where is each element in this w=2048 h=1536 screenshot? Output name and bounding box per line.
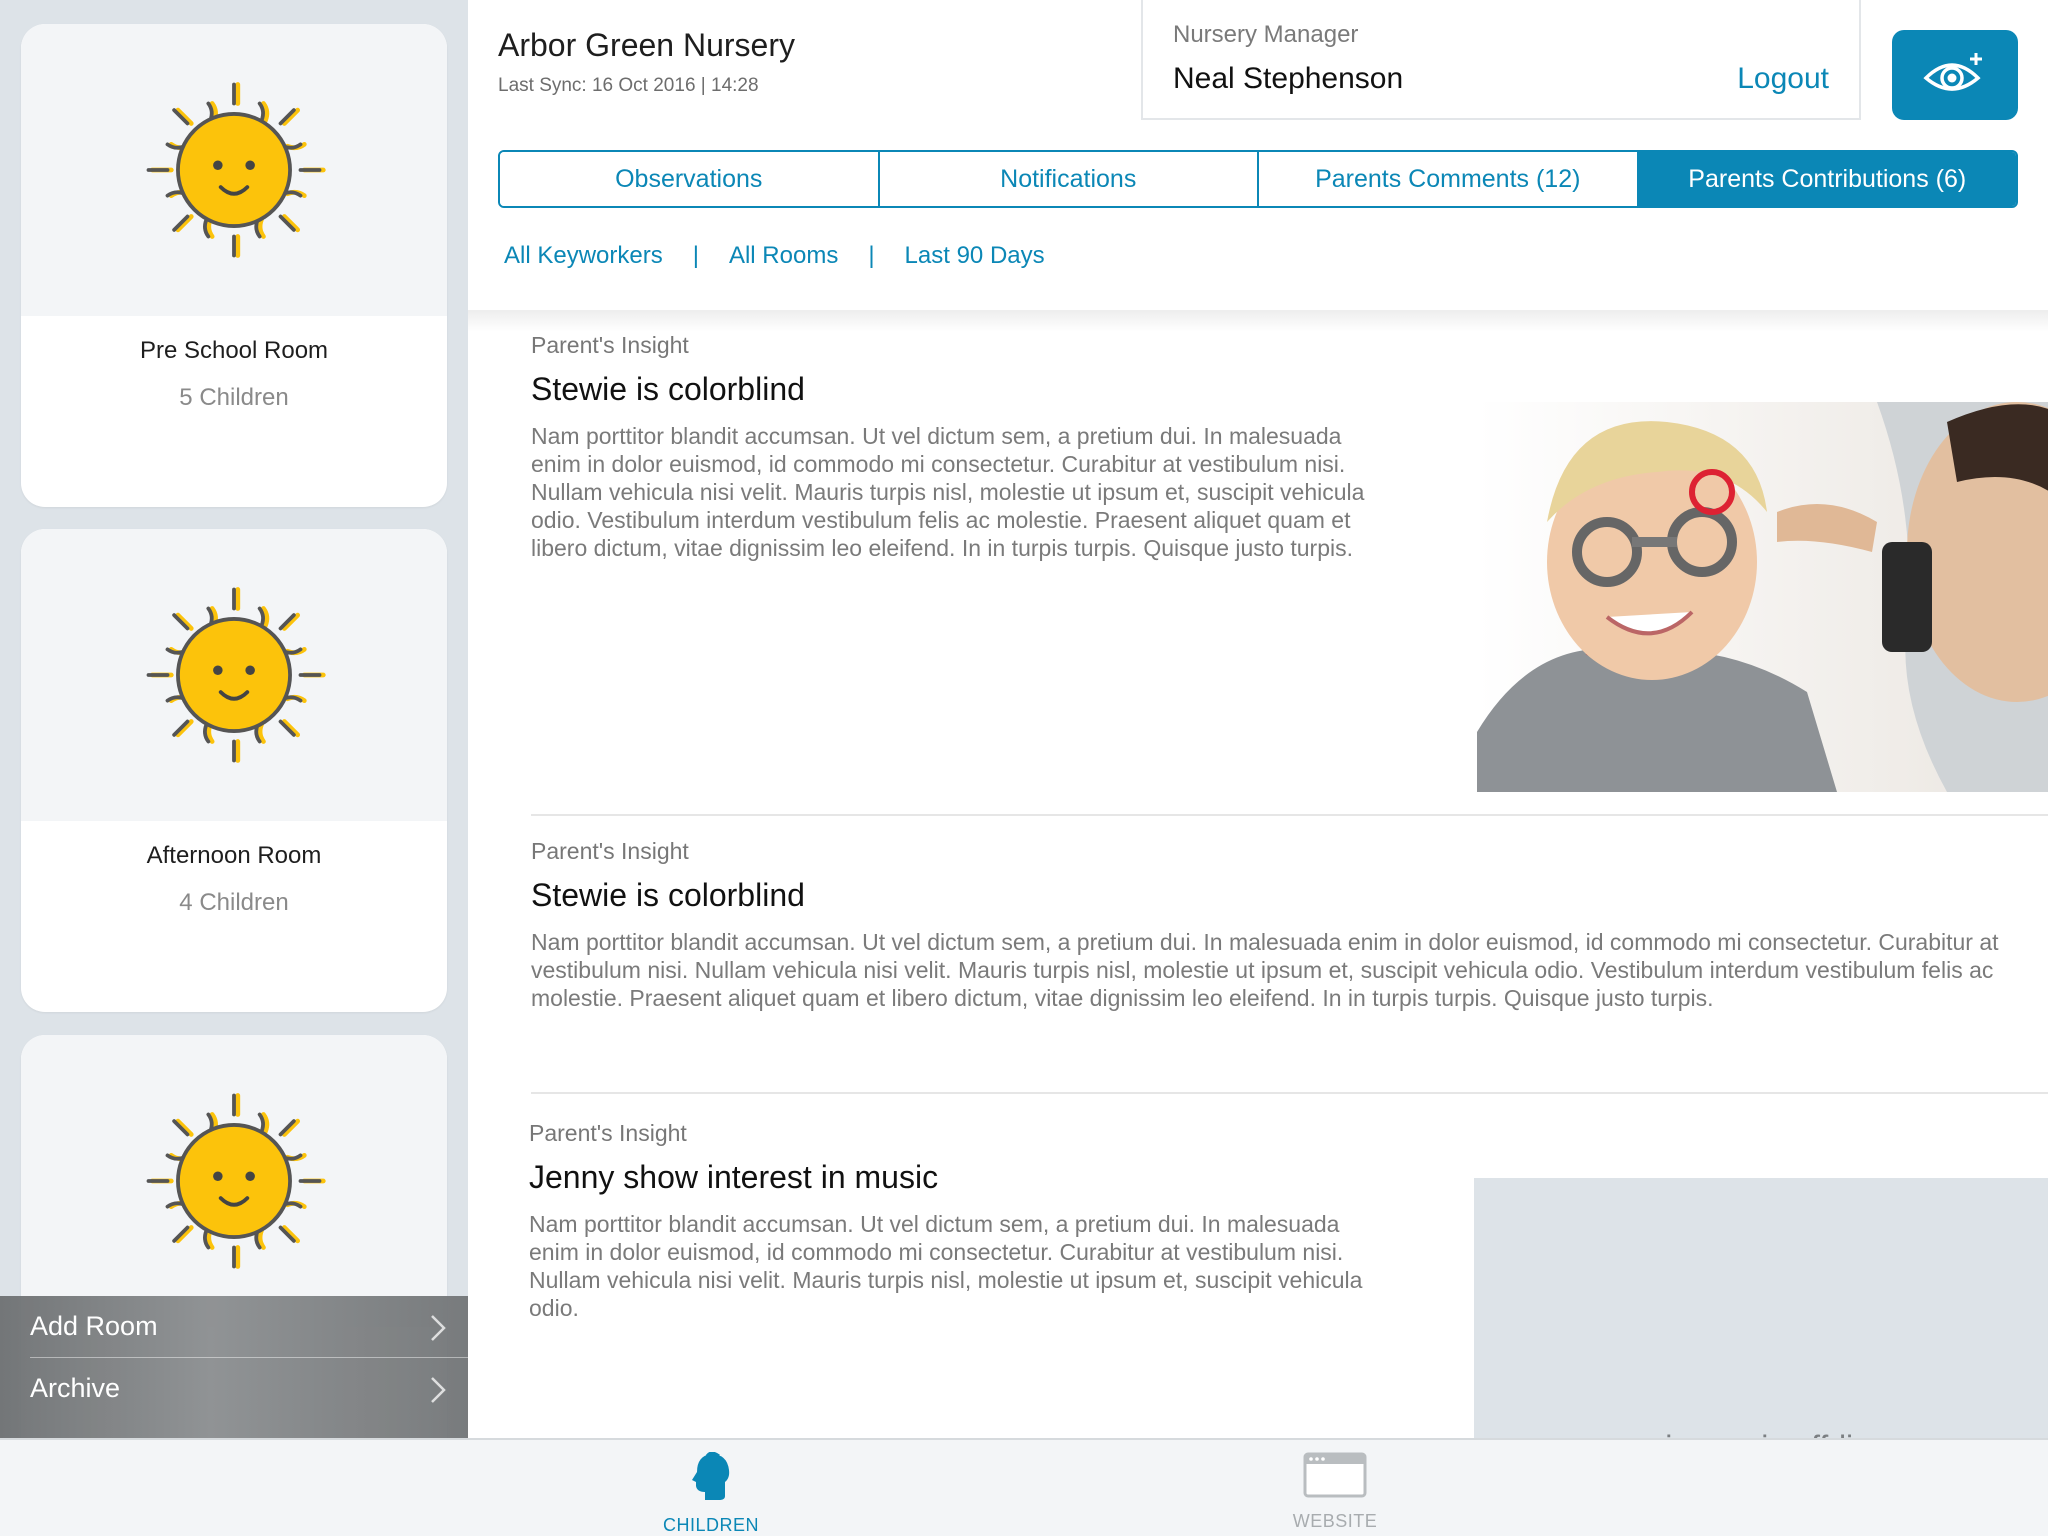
archive-label: Archive — [30, 1372, 121, 1403]
tab-parents-comments[interactable]: Parents Comments (12) — [1257, 152, 1637, 206]
sun-icon — [146, 587, 326, 763]
section-tabs: Observations Notifications Parents Comme… — [498, 150, 2018, 208]
archive-button[interactable]: Archive — [30, 1357, 468, 1418]
tab-children[interactable]: CHILDREN — [631, 1451, 791, 1536]
manager-role: Nursery Manager — [1173, 21, 1359, 48]
room-name: Afternoon Room — [146, 842, 322, 869]
room-art — [21, 529, 447, 821]
filter-rooms[interactable]: All Rooms — [729, 242, 838, 270]
header-shadow — [468, 310, 2048, 332]
post-body: Nam porttitor blandit accumsan. Ut vel d… — [529, 1211, 1363, 1321]
filter-period[interactable]: Last 90 Days — [905, 242, 1045, 270]
sun-icon — [146, 82, 326, 258]
eye-exam-photo — [1477, 402, 2048, 792]
filter-separator: | — [868, 242, 875, 269]
browser-window-icon — [1303, 1452, 1367, 1498]
post-kind: Parent's Insight — [531, 838, 689, 864]
room-art — [21, 1035, 447, 1327]
nursery-name: Arbor Green Nursery — [498, 27, 795, 63]
manager-name: Neal Stephenson — [1173, 62, 1404, 95]
room-art — [21, 24, 447, 316]
tab-notifications[interactable]: Notifications — [877, 152, 1257, 206]
contributions-feed[interactable]: Parent's Insight Stewie is colorblind Na… — [468, 310, 2048, 1438]
post-body: Nam porttitor blandit accumsan. Ut vel d… — [531, 929, 1999, 1011]
tab-children-label: CHILDREN — [662, 1515, 759, 1535]
manager-panel: Nursery Manager Neal Stephenson Logout — [1141, 0, 1861, 120]
feed-post[interactable]: Parent's Insight Stewie is colorblind Na… — [531, 838, 2048, 1094]
feed-post[interactable]: Parent's Insight Stewie is colorblind Na… — [531, 332, 2048, 816]
room-children-count: 5 Children — [179, 384, 289, 411]
feed-post[interactable]: Parent's Insight Jenny show interest in … — [529, 1120, 2048, 1438]
post-title: Stewie is colorblind — [531, 877, 805, 913]
filter-keyworkers[interactable]: All Keyworkers — [504, 242, 663, 270]
bottom-tab-bar: CHILDREN WEBSITE — [0, 1438, 2048, 1536]
sidebar-menu: Add Room Archive — [0, 1296, 468, 1438]
filter-bar: All Keyworkers | All Rooms | Last 90 Day… — [504, 242, 1045, 270]
eye-plus-icon — [1923, 53, 1982, 91]
sun-icon — [146, 1093, 326, 1269]
room-card-afternoon[interactable]: Afternoon Room 4 Children — [21, 529, 447, 1012]
room-name: Pre School Room — [139, 337, 329, 364]
logout-link[interactable]: Logout — [1737, 62, 1829, 96]
add-room-label: Add Room — [30, 1311, 158, 1341]
chevron-right-icon — [431, 1377, 446, 1403]
add-observation-button[interactable] — [1892, 30, 2018, 120]
rooms-sidebar[interactable]: Pre School Room 5 Children Afternoon Roo… — [0, 0, 468, 1438]
room-children-count: 4 Children — [179, 889, 289, 916]
post-kind: Parent's Insight — [531, 332, 689, 358]
post-divider — [531, 1092, 2048, 1094]
main-header: Arbor Green Nursery Last Sync: 16 Oct 20… — [468, 0, 2048, 310]
tab-observations[interactable]: Observations — [500, 152, 878, 206]
app-root: Pre School Room 5 Children Afternoon Roo… — [0, 0, 2048, 1536]
tab-parents-contributions[interactable]: Parents Contributions (6) — [1636, 152, 2016, 206]
last-sync: Last Sync: 16 Oct 2016 | 14:28 — [498, 75, 759, 96]
post-kind: Parent's Insight — [529, 1120, 687, 1146]
add-room-button[interactable]: Add Room — [0, 1296, 468, 1357]
tab-website[interactable]: WEBSITE — [1255, 1452, 1415, 1532]
room-card-pre-school[interactable]: Pre School Room 5 Children — [21, 24, 447, 507]
tab-website-label: WEBSITE — [1292, 1511, 1378, 1531]
post-photo[interactable] — [1477, 402, 2048, 792]
chevron-right-icon — [431, 1315, 446, 1341]
filter-separator: | — [692, 242, 699, 269]
child-head-icon — [692, 1451, 730, 1500]
post-divider — [531, 814, 2048, 816]
offline-image-placeholder: image is off-line — [1474, 1178, 2048, 1438]
post-body: Nam porttitor blandit accumsan. Ut vel d… — [531, 423, 1365, 561]
